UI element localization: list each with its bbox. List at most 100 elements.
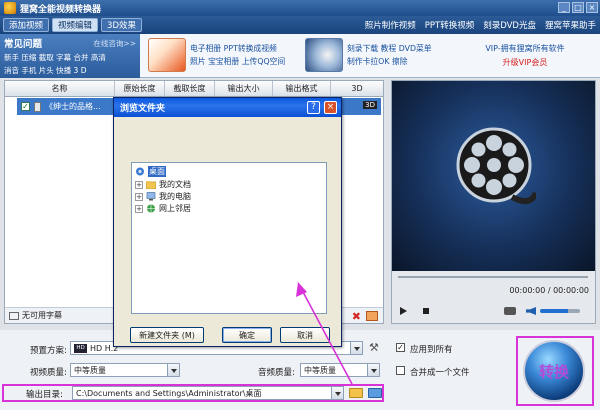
merge-checkbox[interactable] bbox=[396, 366, 405, 375]
film-reel-icon bbox=[456, 127, 536, 205]
dialog-title: 浏览文件夹 bbox=[120, 104, 166, 114]
file-icon bbox=[34, 101, 41, 112]
minimize-button[interactable]: _ bbox=[558, 2, 570, 13]
time-readout: 00:00:00 / 00:00:00 bbox=[392, 283, 595, 299]
promo-ppt-line-2[interactable]: 照片 宝宝相册 上传QQ空间 bbox=[190, 55, 285, 68]
apply-all-checkbox[interactable]: ✓ bbox=[396, 343, 405, 352]
promo-ppt-line-1[interactable]: 电子相册 PPT转换成视频 bbox=[190, 42, 285, 55]
play-icon[interactable] bbox=[400, 307, 407, 315]
row-checkbox[interactable]: ✓ bbox=[21, 102, 30, 111]
chevron-down-icon[interactable] bbox=[350, 342, 362, 354]
column-clip-length[interactable]: 截取长度 bbox=[165, 81, 215, 96]
browse-folder-icon[interactable] bbox=[349, 388, 363, 398]
settings-wrench-icon[interactable]: ⚒ bbox=[369, 342, 381, 354]
convert-button[interactable]: 转换 bbox=[523, 340, 585, 402]
maximize-button[interactable]: □ bbox=[572, 2, 584, 13]
network-icon bbox=[147, 204, 155, 213]
top-links: 照片制作视频 PPT转换视频 刻录DVD光盘 狸窝苹果助手 bbox=[365, 19, 596, 31]
main-toolbar: 添加视频 视频编辑 3D效果 照片制作视频 PPT转换视频 刻录DVD光盘 狸窝… bbox=[0, 16, 600, 34]
folder-icon bbox=[146, 181, 156, 189]
audio-quality-label: 音频质量: bbox=[258, 368, 295, 378]
player-controls bbox=[392, 299, 595, 323]
tree-node-desktop[interactable]: 桌面 bbox=[135, 166, 166, 177]
dvd-promo-icon bbox=[305, 38, 343, 72]
3d-badge[interactable]: 3D bbox=[363, 101, 377, 109]
close-button[interactable]: × bbox=[586, 2, 598, 13]
ok-button[interactable]: 确定 bbox=[222, 327, 272, 343]
promo-strip: 常见问题 在线咨询>> 新手 压缩 截取 字幕 合并 高清 消音 手机 片头 快… bbox=[0, 34, 600, 78]
list-options-icon[interactable] bbox=[366, 311, 378, 321]
chevron-down-icon[interactable] bbox=[331, 387, 343, 399]
hd-icon: HD bbox=[74, 343, 87, 353]
upgrade-vip-link[interactable]: 升级VIP会员 bbox=[455, 56, 595, 70]
online-consult-link[interactable]: 在线咨询>> bbox=[93, 38, 136, 49]
video-quality-value: 中等质量 bbox=[74, 365, 106, 375]
tab-add-video[interactable]: 添加视频 bbox=[3, 18, 50, 32]
faq-links-row-2[interactable]: 消音 手机 片头 快播 3 D bbox=[4, 65, 136, 76]
link-burn-dvd[interactable]: 刻录DVD光盘 bbox=[483, 19, 536, 31]
app-title: 狸窝全能视频转换器 bbox=[20, 4, 102, 15]
expand-icon[interactable]: + bbox=[135, 204, 143, 213]
expand-icon[interactable]: + bbox=[135, 180, 143, 189]
tree-label-my-documents: 我的文档 bbox=[159, 180, 191, 189]
column-output-size[interactable]: 输出大小 bbox=[215, 81, 273, 96]
ppt-promo-icon bbox=[148, 38, 186, 72]
seek-bar[interactable] bbox=[392, 271, 595, 283]
apply-all-label: 应用到所有 bbox=[410, 345, 453, 355]
tree-node-my-documents[interactable]: + 我的文档 bbox=[135, 179, 191, 190]
output-label: 输出目录: bbox=[26, 390, 63, 400]
tree-label-network: 网上邻居 bbox=[159, 204, 191, 213]
audio-quality-value: 中等质量 bbox=[304, 365, 336, 375]
subtitle-status[interactable]: 无可用字幕 bbox=[22, 310, 62, 321]
link-apple-helper[interactable]: 狸窝苹果助手 bbox=[545, 19, 596, 31]
output-path-field[interactable]: C:\Documents and Settings\Administrator\… bbox=[72, 386, 344, 400]
promo-dvd-line-2[interactable]: 制作卡拉OK 擦除 bbox=[347, 55, 432, 68]
merge-label: 合并成一个文件 bbox=[410, 368, 470, 378]
browse-folder-dialog: 浏览文件夹 ? × 桌面 + 我的文档 + 我的电脑 + 网上邻居 新建文件夹 … bbox=[113, 97, 342, 347]
tab-video-edit[interactable]: 视频编辑 bbox=[52, 18, 99, 32]
tab-3d-effect[interactable]: 3D效果 bbox=[101, 18, 142, 32]
convert-label: 转换 bbox=[538, 362, 569, 381]
vip-text[interactable]: VIP-拥有狸窝所有软件 bbox=[455, 42, 595, 56]
dialog-close-button[interactable]: × bbox=[324, 101, 337, 114]
window-controls: _ □ × bbox=[558, 2, 598, 13]
video-preview: 00:00:00 / 00:00:00 bbox=[391, 80, 596, 324]
promo-ppt[interactable]: 电子相册 PPT转换成视频 照片 宝宝相册 上传QQ空间 bbox=[148, 38, 285, 72]
column-output-format[interactable]: 输出格式 bbox=[273, 81, 331, 96]
computer-icon bbox=[146, 192, 156, 201]
promo-dvd-line-1[interactable]: 刻录下载 教程 DVD菜单 bbox=[347, 42, 432, 55]
link-photo-video[interactable]: 照片制作视频 bbox=[365, 19, 416, 31]
video-quality-label: 视频质量: bbox=[30, 368, 67, 378]
file-list-header: 名称 原始长度 截取长度 输出大小 输出格式 3D bbox=[5, 81, 383, 97]
chevron-down-icon[interactable] bbox=[167, 364, 179, 376]
tree-node-my-computer[interactable]: + 我的电脑 bbox=[135, 191, 191, 202]
volume-slider[interactable] bbox=[540, 309, 580, 313]
open-folder-icon[interactable] bbox=[368, 388, 382, 398]
delete-icon[interactable]: ✖ bbox=[352, 310, 361, 323]
chevron-down-icon[interactable] bbox=[367, 364, 379, 376]
tree-node-network[interactable]: + 网上邻居 bbox=[135, 203, 191, 214]
cancel-button[interactable]: 取消 bbox=[280, 327, 330, 343]
video-quality-select[interactable]: 中等质量 bbox=[70, 363, 180, 377]
app-logo-icon bbox=[4, 2, 16, 14]
tree-label-my-computer: 我的电脑 bbox=[159, 192, 191, 201]
promo-dvd[interactable]: 刻录下载 教程 DVD菜单 制作卡拉OK 擦除 bbox=[305, 38, 432, 72]
link-ppt-video[interactable]: PPT转换视频 bbox=[425, 19, 474, 31]
title-bar: 狸窝全能视频转换器 _ □ × bbox=[0, 0, 600, 16]
faq-links-row-1[interactable]: 新手 压缩 截取 字幕 合并 高清 bbox=[4, 52, 136, 63]
audio-quality-select[interactable]: 中等质量 bbox=[300, 363, 380, 377]
output-path-value: C:\Documents and Settings\Administrator\… bbox=[76, 388, 262, 398]
column-3d[interactable]: 3D bbox=[331, 81, 383, 96]
file-name: 《绅士的品格... bbox=[45, 102, 101, 111]
column-name[interactable]: 名称 bbox=[5, 81, 115, 96]
new-folder-button[interactable]: 新建文件夹 (M) bbox=[130, 327, 204, 343]
tree-label-desktop: 桌面 bbox=[148, 166, 166, 177]
column-original-length[interactable]: 原始长度 bbox=[115, 81, 165, 96]
volume-icon[interactable] bbox=[526, 307, 536, 315]
snapshot-icon[interactable] bbox=[504, 307, 516, 315]
help-button[interactable]: ? bbox=[307, 101, 320, 114]
expand-icon[interactable]: + bbox=[135, 192, 143, 201]
folder-tree: 桌面 + 我的文档 + 我的电脑 + 网上邻居 bbox=[131, 162, 327, 314]
subtitle-icon bbox=[9, 311, 19, 320]
stop-icon[interactable] bbox=[423, 308, 429, 314]
